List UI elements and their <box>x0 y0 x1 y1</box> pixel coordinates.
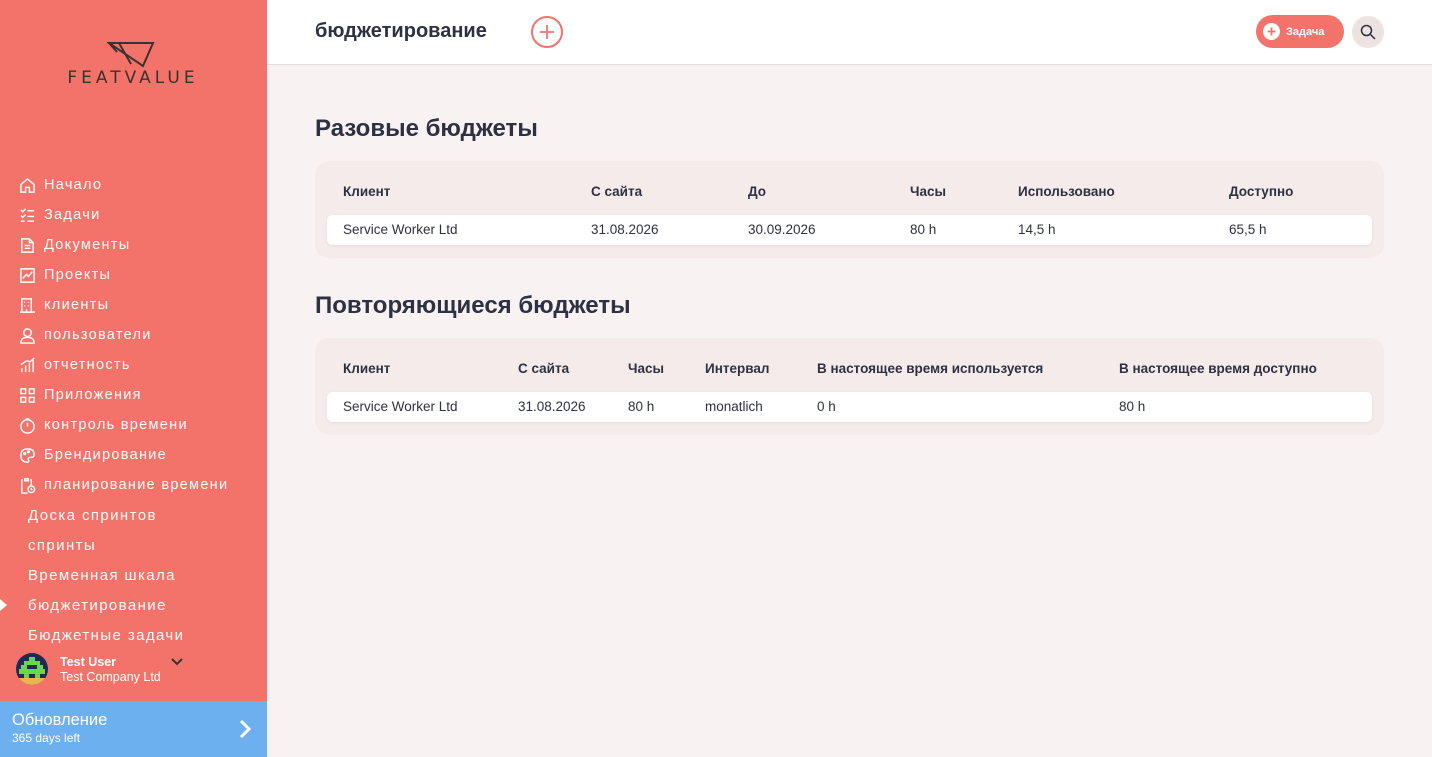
sidebar: FEATVALUE Начало Задачи Документы Проект… <box>0 0 267 757</box>
column-header: Клиент <box>343 361 391 376</box>
column-header: До <box>748 184 767 199</box>
sidebar-item-home[interactable]: Начало <box>0 170 267 200</box>
column-header: В настоящее время доступно <box>1119 361 1317 376</box>
update-days-left: 365 days left <box>12 731 81 745</box>
cell-available: 65,5 h <box>1229 222 1267 237</box>
cell-client: Service Worker Ltd <box>343 222 458 237</box>
reporting-bars-icon <box>18 356 36 374</box>
logo-text: FEATVALUE <box>67 68 199 88</box>
user-icon <box>18 326 36 344</box>
home-icon <box>18 176 36 194</box>
sidebar-item-time-planning[interactable]: планирование времени <box>0 470 267 500</box>
user-company: Test Company Ltd <box>60 669 161 684</box>
cell-currently-available: 80 h <box>1119 399 1146 414</box>
stopwatch-icon <box>18 416 36 434</box>
cell-hours: 80 h <box>628 399 655 414</box>
plus-icon <box>540 25 554 39</box>
search-button[interactable] <box>1352 16 1384 48</box>
plus-icon <box>1263 23 1280 40</box>
sidebar-item-reporting[interactable]: отчетность <box>0 350 267 380</box>
user-menu[interactable]: Test User Test Company Ltd <box>16 651 256 687</box>
sidebar-item-label: Проекты <box>44 267 112 283</box>
table-header: Клиент С сайта До Часы Использовано Дост… <box>315 161 1384 215</box>
sidebar-subitem-budget-tasks[interactable]: Бюджетные задачи <box>0 620 267 650</box>
sidebar-nav: Начало Задачи Документы Проекты клиенты … <box>0 170 267 650</box>
logo-mark-icon <box>107 42 155 68</box>
one-time-budgets-title: Разовые бюджеты <box>315 115 538 142</box>
sidebar-subitem-sprint-board[interactable]: Доска спринтов <box>0 500 267 530</box>
sidebar-item-projects[interactable]: Проекты <box>0 260 267 290</box>
one-time-budgets-table: Клиент С сайта До Часы Использовано Дост… <box>315 161 1384 258</box>
column-header: Часы <box>628 361 665 376</box>
sidebar-item-label: пользователи <box>44 327 152 343</box>
avatar <box>16 653 48 685</box>
sidebar-item-label: Брендирование <box>44 447 168 463</box>
logo[interactable]: FEATVALUE <box>47 40 219 90</box>
sidebar-item-label: Документы <box>44 237 131 253</box>
cell-from: 31.08.2026 <box>518 399 586 414</box>
add-task-button[interactable]: Задача <box>1256 15 1344 48</box>
cell-from: 31.08.2026 <box>591 222 659 237</box>
sidebar-item-label: Начало <box>44 177 103 193</box>
sidebar-item-branding[interactable]: Брендирование <box>0 440 267 470</box>
apps-grid-icon <box>18 386 36 404</box>
cell-interval: monatlich <box>705 399 763 414</box>
sidebar-item-label: планирование времени <box>44 477 229 493</box>
projects-chart-icon <box>18 266 36 284</box>
sidebar-item-label: отчетность <box>44 357 131 373</box>
sidebar-item-label: Задачи <box>44 207 101 223</box>
palette-icon <box>18 446 36 464</box>
sidebar-item-apps[interactable]: Приложения <box>0 380 267 410</box>
table-header: Клиент С сайта Часы Интервал В настоящее… <box>315 338 1384 392</box>
column-header: Использовано <box>1018 184 1115 199</box>
sidebar-item-users[interactable]: пользователи <box>0 320 267 350</box>
clipboard-clock-icon <box>18 476 36 494</box>
building-icon <box>18 296 36 314</box>
documents-icon <box>18 236 36 254</box>
update-banner[interactable]: Обновление 365 days left <box>0 701 267 757</box>
search-icon <box>1360 24 1376 40</box>
chevron-right-icon <box>239 719 252 744</box>
add-task-label: Задача <box>1286 25 1325 38</box>
table-row[interactable]: Service Worker Ltd 31.08.2026 80 h monat… <box>327 392 1372 422</box>
sidebar-subitem-budgeting[interactable]: бюджетирование <box>0 590 267 620</box>
recurring-budgets-table: Клиент С сайта Часы Интервал В настоящее… <box>315 338 1384 435</box>
sidebar-item-documents[interactable]: Документы <box>0 230 267 260</box>
update-title: Обновление <box>12 711 108 729</box>
column-header: Часы <box>910 184 947 199</box>
column-header: С сайта <box>518 361 570 376</box>
column-header: Доступно <box>1229 184 1294 199</box>
recurring-budgets-title: Повторяющиеся бюджеты <box>315 292 631 319</box>
user-name: Test User <box>60 654 117 669</box>
table-row[interactable]: Service Worker Ltd 31.08.2026 30.09.2026… <box>327 215 1372 245</box>
sidebar-item-label: контроль времени <box>44 417 188 433</box>
tasks-list-icon <box>18 206 36 224</box>
page-title: бюджетирование <box>315 20 487 42</box>
column-header: Интервал <box>705 361 770 376</box>
chevron-down-icon[interactable] <box>171 653 183 671</box>
cell-client: Service Worker Ltd <box>343 399 458 414</box>
top-header: бюджетирование Задача <box>267 0 1432 65</box>
cell-to: 30.09.2026 <box>748 222 816 237</box>
sidebar-item-clients[interactable]: клиенты <box>0 290 267 320</box>
sidebar-item-label: клиенты <box>44 297 110 313</box>
sidebar-item-time-tracking[interactable]: контроль времени <box>0 410 267 440</box>
cell-currently-used: 0 h <box>817 399 836 414</box>
add-button[interactable] <box>531 16 563 48</box>
sidebar-subitem-timeline[interactable]: Временная шкала <box>0 560 267 590</box>
sidebar-item-tasks[interactable]: Задачи <box>0 200 267 230</box>
sidebar-item-label: Приложения <box>44 387 142 403</box>
sidebar-subitem-sprints[interactable]: спринты <box>0 530 267 560</box>
column-header: Клиент <box>343 184 391 199</box>
column-header: С сайта <box>591 184 643 199</box>
column-header: В настоящее время используется <box>817 361 1044 376</box>
cell-used: 14,5 h <box>1018 222 1056 237</box>
cell-hours: 80 h <box>910 222 937 237</box>
